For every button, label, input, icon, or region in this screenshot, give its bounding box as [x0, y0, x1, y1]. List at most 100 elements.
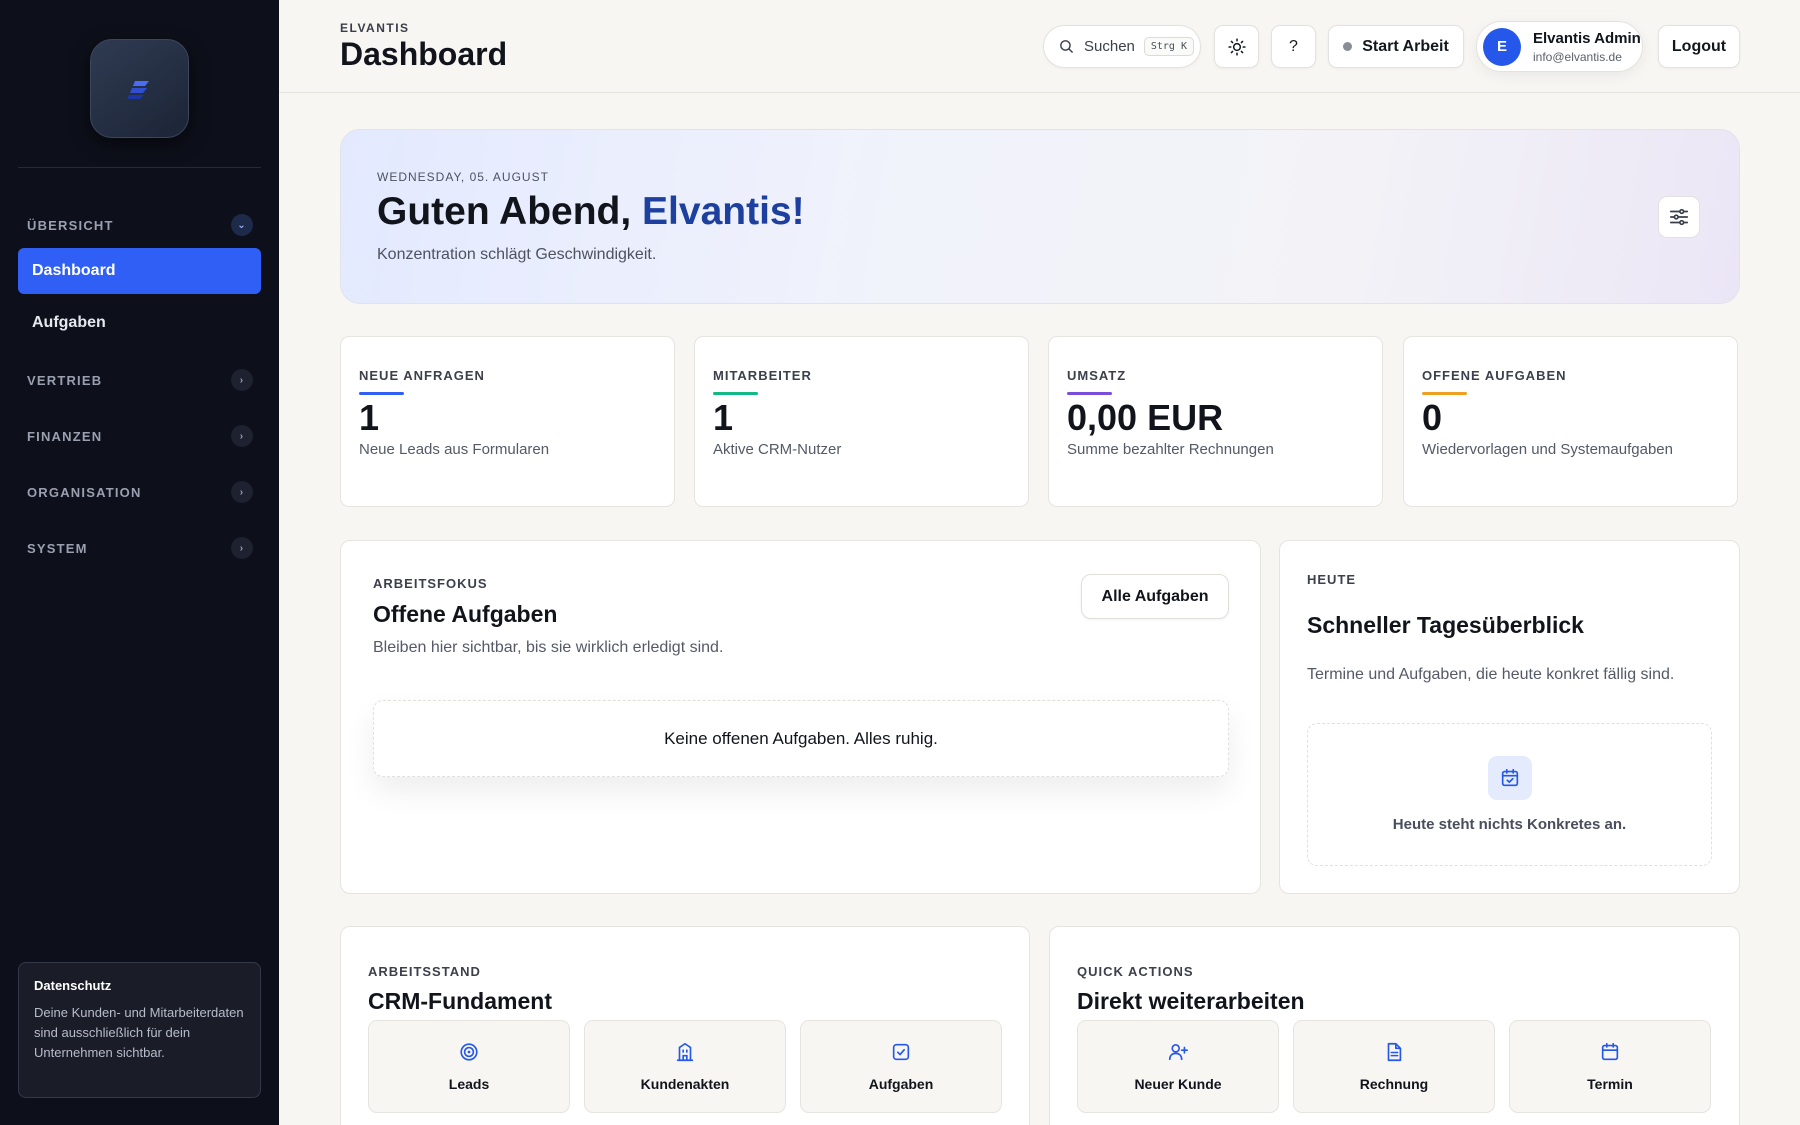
chevron-right-icon: › — [231, 537, 253, 559]
panel-label: ARBEITSSTAND — [368, 964, 481, 979]
nav-section-uebersicht[interactable]: ÜBERSICHT ⌄ — [27, 213, 253, 237]
app-logo[interactable] — [90, 39, 189, 138]
nav-section-finanzen[interactable]: FINANZEN › — [27, 424, 253, 448]
stat-label: NEUE ANFRAGEN — [359, 368, 485, 383]
stat-label: MITARBEITER — [713, 368, 812, 383]
nav-section-label: FINANZEN — [27, 428, 103, 444]
target-icon — [460, 1043, 478, 1061]
logo-icon — [126, 80, 149, 99]
tile-label: Kundenakten — [640, 1076, 730, 1092]
search-icon — [1060, 40, 1073, 53]
privacy-title: Datenschutz — [34, 978, 112, 993]
nav-section-label: ORGANISATION — [27, 484, 142, 500]
theme-toggle-button[interactable] — [1214, 25, 1259, 68]
user-name: Elvantis Admin — [1533, 29, 1641, 47]
panel-subtitle: Bleiben hier sichtbar, bis sie wirklich … — [373, 639, 724, 656]
sidebar-item-aufgaben[interactable]: Aufgaben — [18, 300, 261, 346]
tile-label: Termin — [1587, 1076, 1633, 1092]
chevron-down-icon: ⌄ — [231, 214, 253, 236]
search-button[interactable]: Suchen Strg K — [1043, 25, 1201, 68]
calendar-icon — [1601, 1042, 1619, 1061]
chevron-right-icon: › — [231, 369, 253, 391]
nav-section-organisation[interactable]: ORGANISATION › — [27, 480, 253, 504]
greeting-title: Guten Abend, Elvantis! — [377, 190, 805, 234]
calendar-check-icon — [1487, 756, 1532, 800]
panel-label: HEUTE — [1307, 572, 1357, 587]
nav-section-vertrieb[interactable]: VERTRIEB › — [27, 368, 253, 392]
customize-button[interactable] — [1658, 196, 1700, 238]
tile-kundenakten[interactable]: Kundenakten — [584, 1020, 786, 1113]
greeting-subtitle: Konzentration schlägt Geschwindigkeit. — [377, 246, 657, 263]
sun-icon — [1227, 37, 1246, 56]
stat-card-mitarbeiter[interactable]: MITARBEITER 1 Aktive CRM-Nutzer — [694, 336, 1029, 507]
privacy-text: Deine Kunden- und Mitarbeiterdaten sind … — [34, 1005, 244, 1060]
sidebar-item-dashboard[interactable]: Dashboard — [18, 248, 261, 294]
sliders-icon — [1669, 208, 1689, 226]
stat-card-anfragen[interactable]: NEUE ANFRAGEN 1 Neue Leads aus Formulare… — [340, 336, 675, 507]
current-date: WEDNESDAY, 05. AUGUST — [377, 170, 549, 184]
help-button[interactable]: ? — [1271, 25, 1316, 68]
tile-rechnung[interactable]: Rechnung — [1293, 1020, 1495, 1113]
panel-title: CRM-Fundament — [368, 988, 552, 1014]
tile-label: Aufgaben — [868, 1076, 934, 1092]
greeting-name: Elvantis! — [642, 190, 805, 233]
stat-description: Aktive CRM-Nutzer — [713, 441, 842, 458]
search-shortcut: Strg K — [1143, 37, 1194, 56]
nav-section-label: ÜBERSICHT — [27, 217, 114, 233]
sidebar: ÜBERSICHT ⌄ Dashboard Aufgaben VERTRIEB … — [0, 0, 279, 1125]
nav-section-label: VERTRIEB — [27, 372, 103, 388]
all-tasks-label: Alle Aufgaben — [1101, 587, 1209, 605]
chevron-right-icon: › — [231, 425, 253, 447]
privacy-notice: Datenschutz Deine Kunden- und Mitarbeite… — [18, 962, 261, 1098]
user-menu[interactable]: E Elvantis Admin info@elvantis.de — [1476, 21, 1643, 72]
sidebar-item-label: Dashboard — [32, 262, 116, 279]
stat-value: 0,00 EUR — [1067, 397, 1224, 438]
document-icon — [1387, 1042, 1402, 1062]
brand-name: ELVANTIS — [340, 21, 410, 35]
logout-button[interactable]: Logout — [1658, 25, 1740, 68]
stat-description: Neue Leads aus Formularen — [359, 441, 550, 458]
stat-value: 0 — [1422, 397, 1443, 438]
sidebar-divider — [18, 167, 261, 168]
panel-label: ARBEITSFOKUS — [373, 576, 488, 591]
stat-card-offene-aufgaben[interactable]: OFFENE AUFGABEN 0 Wiedervorlagen und Sys… — [1403, 336, 1738, 507]
stat-value: 1 — [713, 397, 734, 438]
today-empty-state: Heute steht nichts Konkretes an. — [1307, 723, 1712, 866]
sidebar-item-label: Aufgaben — [32, 314, 106, 331]
nav-section-system[interactable]: SYSTEM › — [27, 536, 253, 560]
today-overview-panel: HEUTE Schneller Tagesüberblick Termine u… — [1279, 540, 1740, 894]
greeting-banner: WEDNESDAY, 05. AUGUST Guten Abend, Elvan… — [340, 129, 1740, 304]
logout-label: Logout — [1671, 37, 1727, 55]
tile-termin[interactable]: Termin — [1509, 1020, 1711, 1113]
all-tasks-button[interactable]: Alle Aufgaben — [1081, 574, 1229, 619]
stat-description: Summe bezahlter Rechnungen — [1067, 441, 1274, 458]
stat-accent-bar — [713, 392, 758, 395]
status-dot-icon — [1343, 42, 1353, 51]
tile-label: Leads — [448, 1076, 490, 1092]
checkbox-icon — [892, 1043, 910, 1061]
panel-title: Offene Aufgaben — [373, 601, 558, 627]
user-email: info@elvantis.de — [1533, 49, 1622, 64]
panel-title: Direkt weiterarbeiten — [1077, 988, 1305, 1014]
search-label: Suchen — [1084, 38, 1135, 55]
stat-accent-bar — [1067, 392, 1112, 395]
stat-label: OFFENE AUFGABEN — [1422, 368, 1567, 383]
tasks-empty-state: Keine offenen Aufgaben. Alles ruhig. — [373, 700, 1229, 777]
user-plus-icon — [1168, 1044, 1188, 1061]
tile-neuer-kunde[interactable]: Neuer Kunde — [1077, 1020, 1279, 1113]
panel-label: QUICK ACTIONS — [1077, 964, 1194, 979]
nav-section-label: SYSTEM — [27, 540, 88, 556]
chevron-right-icon: › — [231, 481, 253, 503]
stat-accent-bar — [1422, 392, 1467, 395]
start-work-label: Start Arbeit — [1362, 37, 1449, 55]
tile-aufgaben[interactable]: Aufgaben — [800, 1020, 1002, 1113]
start-work-button[interactable]: Start Arbeit — [1328, 25, 1464, 68]
tile-label: Neuer Kunde — [1134, 1076, 1222, 1092]
tile-leads[interactable]: Leads — [368, 1020, 570, 1113]
stat-value: 1 — [359, 397, 380, 438]
open-tasks-panel: ARBEITSFOKUS Offene Aufgaben Bleiben hie… — [340, 540, 1261, 894]
stat-label: UMSATZ — [1067, 368, 1127, 383]
stat-description: Wiedervorlagen und Systemaufgaben — [1422, 441, 1673, 458]
greeting-prefix: Guten Abend, — [377, 190, 643, 233]
stat-card-umsatz[interactable]: UMSATZ 0,00 EUR Summe bezahlter Rechnung… — [1048, 336, 1383, 507]
